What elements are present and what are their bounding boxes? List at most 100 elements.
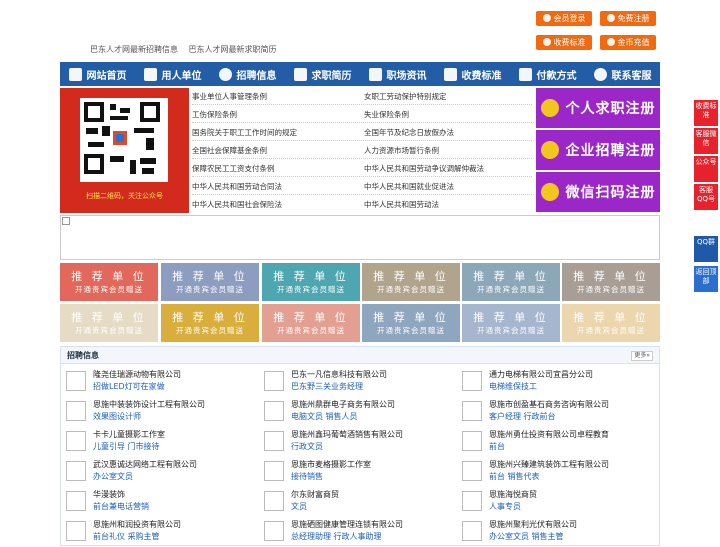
- company-name[interactable]: 恩施市麦格摄影工作室: [291, 459, 371, 470]
- banner-image[interactable]: [60, 215, 660, 260]
- position[interactable]: 文员: [291, 501, 307, 512]
- side-fee-standard[interactable]: 收费标准: [694, 100, 718, 126]
- job-item[interactable]: 巴东一凡信息科技有限公司 巴东野三关业务经理: [259, 369, 455, 397]
- side-service-wechat[interactable]: 客服微信: [694, 128, 718, 154]
- law-link[interactable]: 中华人民共和国就业促进法: [364, 181, 454, 192]
- nav-fees[interactable]: 收费标准: [435, 62, 510, 86]
- company-name[interactable]: 华漫装饰: [93, 489, 125, 500]
- recommend-tile[interactable]: 推 荐 单 位开通贵宾会员赠送: [562, 304, 660, 342]
- recommend-tile[interactable]: 推 荐 单 位开通贵宾会员赠送: [462, 304, 560, 342]
- side-qq-group[interactable]: QQ群: [694, 236, 718, 262]
- company-name[interactable]: 巴东一凡信息科技有限公司: [291, 369, 387, 380]
- law-link[interactable]: 中华人民共和国社会保险法: [192, 199, 282, 210]
- nav-employers[interactable]: 用人单位: [135, 62, 210, 86]
- law-link[interactable]: 全国社会保障基金条例: [192, 145, 267, 156]
- recommend-tile[interactable]: 推 荐 单 位开通贵宾会员赠送: [562, 263, 660, 301]
- position[interactable]: 办公室文员: [93, 471, 133, 482]
- job-item[interactable]: 恩施州兴臻建筑装饰工程有限公司 前台 销售代表: [457, 459, 653, 487]
- position[interactable]: 行政文员: [291, 441, 323, 452]
- job-item[interactable]: 卡卡儿童摄影工作室 儿童引导 门市接待: [61, 429, 257, 457]
- side-official-account[interactable]: 公众号: [694, 156, 718, 182]
- wechat-register-button[interactable]: 微信扫码注册: [536, 172, 660, 212]
- law-link[interactable]: 中华人民共和国劳动法: [364, 199, 439, 210]
- company-name[interactable]: 恩施中装装饰设计工程有限公司: [93, 399, 205, 410]
- law-link[interactable]: 全国年节及纪念日放假办法: [364, 127, 454, 138]
- position[interactable]: 效果图设计师: [93, 411, 141, 422]
- law-link[interactable]: 人力资源市场暂行条例: [364, 145, 439, 156]
- job-item[interactable]: 华漫装饰 前台兼电话营销: [61, 489, 257, 517]
- company-name[interactable]: 卡卡儿童摄影工作室: [93, 429, 165, 440]
- position[interactable]: 儿童引导 门市接待: [93, 441, 160, 452]
- job-item[interactable]: 通力电梯有限公司宜昌分公司 电梯维保技工: [457, 369, 653, 397]
- job-item[interactable]: 恩施市创盈基石商务咨询有限公司 客户经理 行政前台: [457, 399, 653, 427]
- position[interactable]: 前台兼电话营销: [93, 501, 149, 512]
- law-link[interactable]: 中华人民共和国劳动合同法: [192, 181, 282, 192]
- nav-jobs[interactable]: 招聘信息: [210, 62, 285, 86]
- position[interactable]: 前台 销售代表: [489, 471, 540, 482]
- gold-recharge-button[interactable]: 金币充值: [600, 35, 656, 50]
- more-link[interactable]: 更多»: [631, 351, 653, 361]
- recommend-tile[interactable]: 推 荐 单 位开通贵宾会员赠送: [60, 263, 158, 301]
- company-register-button[interactable]: 企业招聘注册: [536, 130, 660, 170]
- job-item[interactable]: 武汉惠诚达网络工程有限公司 办公室文员: [61, 459, 257, 487]
- recommend-tile[interactable]: 推 荐 单 位开通贵宾会员赠送: [362, 263, 460, 301]
- law-link[interactable]: 失业保险条例: [364, 109, 409, 120]
- job-item[interactable]: 尔东财富商贸 文员: [259, 489, 455, 517]
- job-item[interactable]: 恩施州和润投资有限公司 前台礼仪 采购主管: [61, 519, 257, 547]
- position[interactable]: 人事专员: [489, 501, 521, 512]
- free-register-button[interactable]: 免费注册: [600, 11, 656, 26]
- law-link[interactable]: 国务院关于职工工作时间的规定: [192, 127, 297, 138]
- position[interactable]: 电梯维保技工: [489, 381, 537, 392]
- job-item[interactable]: 恩施海悦商贸 人事专员: [457, 489, 653, 517]
- latest-jobs-link[interactable]: 巴东人才网最新招聘信息: [90, 45, 178, 54]
- law-link[interactable]: 事业单位人事管理条例: [192, 91, 267, 102]
- company-name[interactable]: 恩施州鑫玛葡萄酒销售有限公司: [291, 429, 403, 440]
- position[interactable]: 招做LED灯可在家做: [93, 381, 165, 392]
- nav-resumes[interactable]: 求职简历: [285, 62, 360, 86]
- side-back-to-top[interactable]: 返回顶部: [694, 266, 718, 292]
- recommend-tile[interactable]: 推 荐 单 位开通贵宾会员赠送: [161, 304, 259, 342]
- job-item[interactable]: 恩施州勇仕投资有限公司卓程教育 前台: [457, 429, 653, 457]
- company-name[interactable]: 通力电梯有限公司宜昌分公司: [489, 369, 593, 380]
- member-login-button[interactable]: 会员登录: [536, 11, 592, 26]
- company-name[interactable]: 武汉惠诚达网络工程有限公司: [93, 459, 197, 470]
- job-item[interactable]: 恩施州鑫玛葡萄酒销售有限公司 行政文员: [259, 429, 455, 457]
- recommend-tile[interactable]: 推 荐 单 位开通贵宾会员赠送: [161, 263, 259, 301]
- company-name[interactable]: 恩施州鼎群电子商务有限公司: [291, 399, 395, 410]
- company-name[interactable]: 隆尧佳瑞源动物有限公司: [93, 369, 181, 380]
- recommend-tile[interactable]: 推 荐 单 位开通贵宾会员赠送: [262, 304, 360, 342]
- job-item[interactable]: 恩施硒图健康管理连锁有限公司 总经理助理 行政人事助理: [259, 519, 455, 547]
- law-link[interactable]: 女职工劳动保护特别规定: [364, 91, 447, 102]
- position[interactable]: 前台: [489, 441, 505, 452]
- company-name[interactable]: 恩施州兴臻建筑装饰工程有限公司: [489, 459, 609, 470]
- nav-home[interactable]: 网站首页: [60, 62, 135, 86]
- job-item[interactable]: 隆尧佳瑞源动物有限公司 招做LED灯可在家做: [61, 369, 257, 397]
- company-name[interactable]: 恩施州和润投资有限公司: [93, 519, 181, 530]
- position[interactable]: 电脑文员 销售人员: [291, 411, 358, 422]
- position[interactable]: 总经理助理 行政人事助理: [291, 531, 382, 542]
- company-name[interactable]: 尔东财富商贸: [291, 489, 339, 500]
- company-name[interactable]: 恩施州聚利光伏有限公司: [489, 519, 577, 530]
- law-link[interactable]: 中华人民共和国劳动争议调解仲裁法: [364, 163, 484, 174]
- position[interactable]: 接待销售: [291, 471, 323, 482]
- nav-contact[interactable]: 联系客服: [585, 62, 660, 86]
- personal-register-button[interactable]: 个人求职注册: [536, 88, 660, 128]
- job-item[interactable]: 恩施州鼎群电子商务有限公司 电脑文员 销售人员: [259, 399, 455, 427]
- nav-news[interactable]: 职场资讯: [360, 62, 435, 86]
- law-link[interactable]: 工伤保险条例: [192, 109, 237, 120]
- recommend-tile[interactable]: 推 荐 单 位开通贵宾会员赠送: [262, 263, 360, 301]
- job-item[interactable]: 恩施州聚利光伏有限公司 办公室文员 销售主管: [457, 519, 653, 547]
- position[interactable]: 前台礼仪 采购主管: [93, 531, 160, 542]
- company-name[interactable]: 恩施州勇仕投资有限公司卓程教育: [489, 429, 609, 440]
- law-link[interactable]: 保障农民工工资支付条例: [192, 163, 275, 174]
- company-name[interactable]: 恩施市创盈基石商务咨询有限公司: [489, 399, 609, 410]
- recommend-tile[interactable]: 推 荐 单 位开通贵宾会员赠送: [462, 263, 560, 301]
- company-name[interactable]: 恩施硒图健康管理连锁有限公司: [291, 519, 403, 530]
- recommend-tile[interactable]: 推 荐 单 位开通贵宾会员赠送: [60, 304, 158, 342]
- side-service-qq[interactable]: 客服QQ号: [694, 184, 718, 210]
- job-item[interactable]: 恩施市麦格摄影工作室 接待销售: [259, 459, 455, 487]
- recommend-tile[interactable]: 推 荐 单 位开通贵宾会员赠送: [362, 304, 460, 342]
- company-name[interactable]: 恩施海悦商贸: [489, 489, 537, 500]
- fee-standard-button[interactable]: 收费标准: [536, 35, 592, 50]
- latest-resumes-link[interactable]: 巴东人才网最新求职简历: [189, 45, 277, 54]
